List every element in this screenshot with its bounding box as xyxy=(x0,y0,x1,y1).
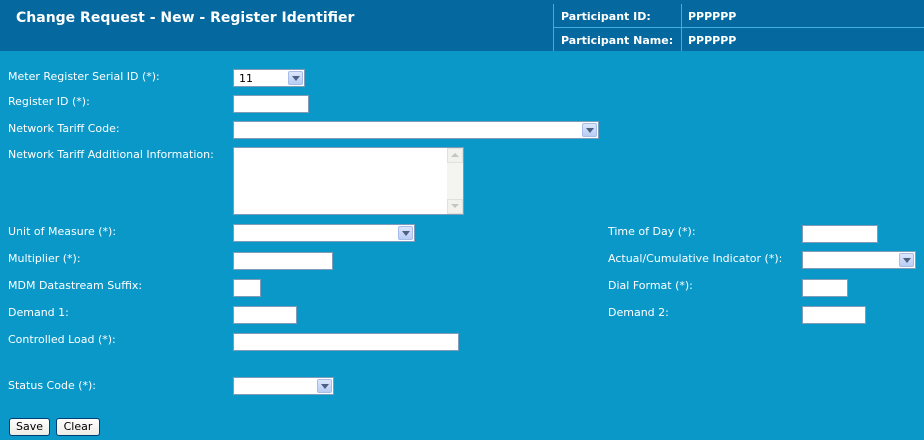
register-id-input[interactable] xyxy=(233,95,309,113)
controlled-load-input[interactable] xyxy=(233,333,459,351)
network-tariff-additional-info-textarea[interactable] xyxy=(233,147,464,215)
actual-cumulative-indicator-select[interactable] xyxy=(802,251,916,269)
meter-register-serial-id-label: Meter Register Serial ID (*): xyxy=(8,70,160,83)
participant-id-value: PPPPPP xyxy=(688,10,737,23)
demand-1-input[interactable] xyxy=(233,306,297,324)
chevron-down-icon xyxy=(398,226,413,240)
actual-cumulative-indicator-label: Actual/Cumulative Indicator (*): xyxy=(608,252,783,265)
participant-name-value: PPPPPP xyxy=(688,34,737,47)
multiplier-label: Multiplier (*): xyxy=(8,252,81,265)
status-code-select[interactable] xyxy=(233,377,334,395)
chevron-down-icon xyxy=(288,71,303,85)
network-tariff-additional-info-label: Network Tariff Additional Information: xyxy=(8,148,214,161)
unit-of-measure-select[interactable] xyxy=(233,224,415,242)
chevron-down-icon xyxy=(582,123,597,137)
mdm-datastream-suffix-input[interactable] xyxy=(233,279,261,297)
register-id-label: Register ID (*): xyxy=(8,95,90,108)
participant-id-label: Participant ID: xyxy=(561,10,651,23)
participant-name-label: Participant Name: xyxy=(561,34,674,47)
meter-register-serial-id-select[interactable]: 11 xyxy=(233,69,305,87)
demand-2-label: Demand 2: xyxy=(608,306,669,319)
time-of-day-label: Time of Day (*): xyxy=(608,225,696,238)
textarea-scrollbar[interactable] xyxy=(447,148,463,214)
page-header: Change Request - New - Register Identifi… xyxy=(0,0,924,51)
save-button[interactable]: Save xyxy=(9,418,50,436)
demand-1-label: Demand 1: xyxy=(8,306,69,319)
scroll-down-icon[interactable] xyxy=(447,199,463,214)
dial-format-label: Dial Format (*): xyxy=(608,279,693,292)
time-of-day-input[interactable] xyxy=(802,225,878,243)
header-divider xyxy=(553,27,924,28)
dial-format-input[interactable] xyxy=(802,279,848,297)
meter-register-serial-id-value: 11 xyxy=(239,72,253,85)
clear-button[interactable]: Clear xyxy=(56,418,100,436)
scroll-up-icon[interactable] xyxy=(447,148,463,163)
demand-2-input[interactable] xyxy=(802,306,866,324)
multiplier-input[interactable] xyxy=(233,252,333,270)
status-code-label: Status Code (*): xyxy=(8,379,96,392)
page-title: Change Request - New - Register Identifi… xyxy=(16,10,355,26)
chevron-down-icon xyxy=(317,379,332,393)
chevron-down-icon xyxy=(899,253,914,267)
unit-of-measure-label: Unit of Measure (*): xyxy=(8,225,117,238)
mdm-datastream-suffix-label: MDM Datastream Suffix: xyxy=(8,279,143,292)
network-tariff-code-select[interactable] xyxy=(233,121,599,139)
controlled-load-label: Controlled Load (*): xyxy=(8,333,116,346)
network-tariff-code-label: Network Tariff Code: xyxy=(8,122,120,135)
